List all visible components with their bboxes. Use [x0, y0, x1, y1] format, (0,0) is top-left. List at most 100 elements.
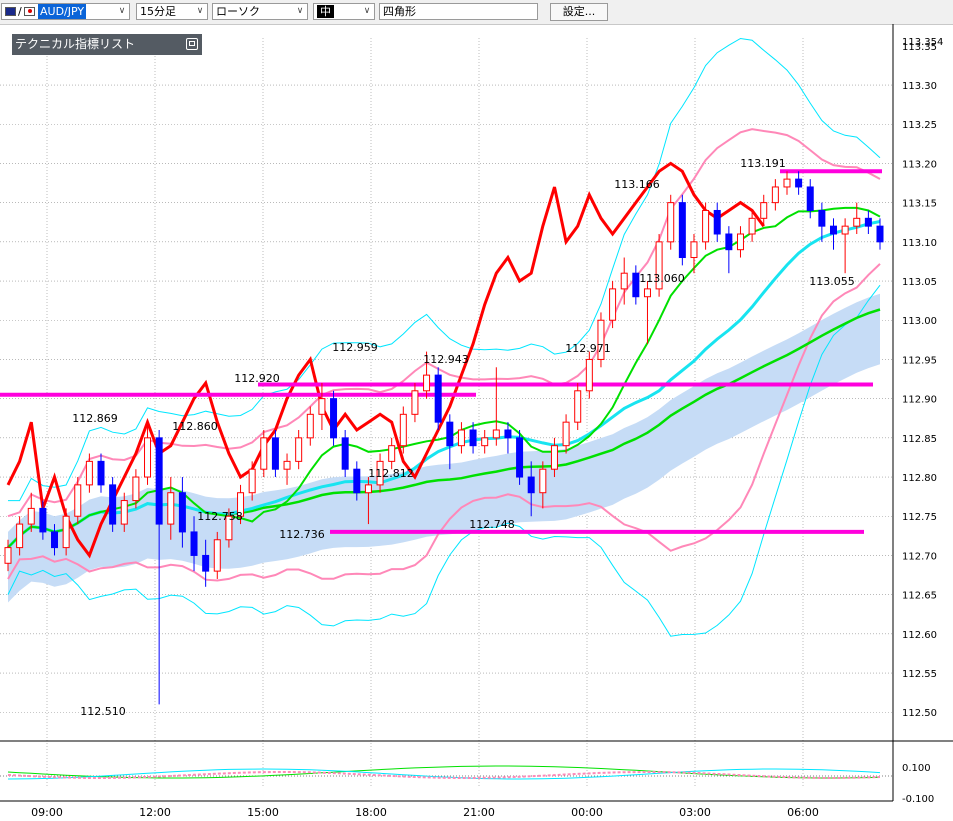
chart-style-select[interactable]: ローソク ∨: [212, 3, 308, 20]
time-tick-label: 09:00: [31, 806, 63, 819]
candle-body: [771, 186, 779, 204]
time-tick-label: 21:00: [463, 806, 495, 819]
candle-body: [795, 178, 803, 188]
candle-body: [492, 429, 500, 439]
currency-pair-select[interactable]: / AUD/JPY ∨: [1, 3, 130, 20]
candle-body: [550, 445, 558, 470]
chevron-down-icon: ∨: [118, 6, 126, 16]
candle-body: [446, 421, 454, 447]
price-axis: 113.30 113.25 113.20 113.15 113.10 113.05 113.…: [902, 37, 943, 805]
candle-body: [62, 515, 70, 549]
candle-body: [330, 398, 338, 439]
candle-body: [353, 468, 361, 494]
candle-body: [260, 437, 268, 470]
candle-body: [399, 413, 407, 447]
candle-body: [504, 429, 512, 439]
candle-body: [748, 217, 756, 235]
candle-body: [39, 507, 47, 533]
price-annotation: 113.166: [614, 178, 660, 191]
line-weight-label: 中: [317, 5, 334, 18]
candle-body: [85, 460, 93, 486]
candle-body: [841, 225, 849, 235]
time-tick-label: 12:00: [139, 806, 171, 819]
chevron-down-icon: ∨: [296, 6, 304, 16]
candle-body: [248, 468, 256, 494]
oscillator-tick-label: -0.100: [902, 794, 934, 805]
candle-body: [283, 460, 291, 470]
toolbar: / AUD/JPY ∨ 15分足 ∨ ローソク ∨ 中 ∨ 四角形 設定...: [0, 0, 953, 25]
candle-body: [51, 531, 59, 549]
candle-body: [434, 374, 442, 423]
price-annotation: 112.736: [279, 528, 325, 541]
candle-body: [155, 437, 163, 525]
candle-body: [539, 468, 547, 494]
candle-body: [562, 421, 570, 447]
oscillator-histogram: [7, 770, 881, 779]
price-annotation: 113.055: [809, 275, 855, 288]
candle-body: [411, 390, 419, 415]
pair-prefix: /: [18, 5, 22, 18]
candle-body: [271, 437, 279, 470]
settings-button[interactable]: 設定...: [550, 3, 608, 21]
chevron-down-icon: ∨: [196, 6, 204, 16]
price-tick-label: 112.65: [902, 591, 937, 602]
candle-body: [678, 202, 686, 259]
price-annotation: 112.943: [423, 353, 469, 366]
price-tick-label: 113.10: [902, 238, 937, 249]
candle-body: [853, 217, 861, 227]
price-annotation: 112.971: [565, 342, 611, 355]
time-tick-label: 15:00: [247, 806, 279, 819]
timeframe-select[interactable]: 15分足 ∨: [136, 3, 208, 20]
candle-body: [760, 202, 768, 219]
candle-body: [120, 500, 128, 525]
oscillator-panel: [0, 765, 893, 780]
price-top-label: 113.35: [902, 42, 937, 53]
price-annotation: 113.060: [639, 272, 685, 285]
price-tick-label: 112.85: [902, 434, 937, 445]
drawing-shape-field[interactable]: 四角形: [379, 3, 538, 20]
candle-body: [620, 272, 628, 290]
line-weight-select[interactable]: 中 ∨: [313, 3, 375, 20]
candle-body: [690, 241, 698, 259]
price-annotation: 112.920: [234, 372, 280, 385]
price-tick-label: 113.30: [902, 81, 937, 92]
candle-body: [574, 390, 582, 423]
candle-body: [27, 507, 35, 525]
candle-body: [516, 437, 524, 478]
price-chart[interactable]: 112.869 112.860 112.920 112.959 112.943 113.1…: [0, 24, 953, 821]
technical-indicator-list-panel[interactable]: テクニカル指標リスト: [12, 34, 202, 55]
candle-body: [864, 217, 872, 227]
candle-body: [609, 288, 617, 321]
chevron-down-icon: ∨: [363, 6, 371, 16]
window-restore-icon[interactable]: [186, 38, 198, 50]
price-tick-label: 112.80: [902, 473, 937, 484]
price-tick-label: 112.70: [902, 551, 937, 562]
candle-body: [178, 492, 186, 533]
price-tick-label: 112.60: [902, 630, 937, 641]
candle-body: [213, 539, 221, 572]
bollinger-upper-inner: [7, 128, 881, 518]
candle-body: [713, 209, 721, 235]
candle-body: [725, 233, 733, 251]
technical-indicator-list-title: テクニカル指標リスト: [15, 37, 136, 51]
time-tick-label: 18:00: [355, 806, 387, 819]
price-annotation: 112.748: [469, 518, 515, 531]
price-tick-label: 112.55: [902, 669, 937, 680]
candle-body: [364, 484, 372, 494]
price-tick-label: 112.50: [902, 708, 937, 719]
candle-body: [643, 288, 651, 298]
candle-body: [16, 523, 24, 549]
time-tick-label: 00:00: [571, 806, 603, 819]
candle-body: [527, 476, 535, 494]
candle-body: [632, 272, 640, 298]
australia-flag-icon: [5, 7, 16, 16]
candle-body: [829, 225, 837, 235]
candle-body: [585, 358, 593, 392]
candle-body: [423, 374, 431, 392]
candle-body: [74, 484, 82, 517]
candle-body: [667, 202, 675, 243]
oscillator-tick-label: 0.100: [902, 763, 931, 774]
candle-body: [818, 209, 826, 227]
price-annotation: 112.812: [368, 467, 414, 480]
candle-body: [4, 547, 12, 564]
